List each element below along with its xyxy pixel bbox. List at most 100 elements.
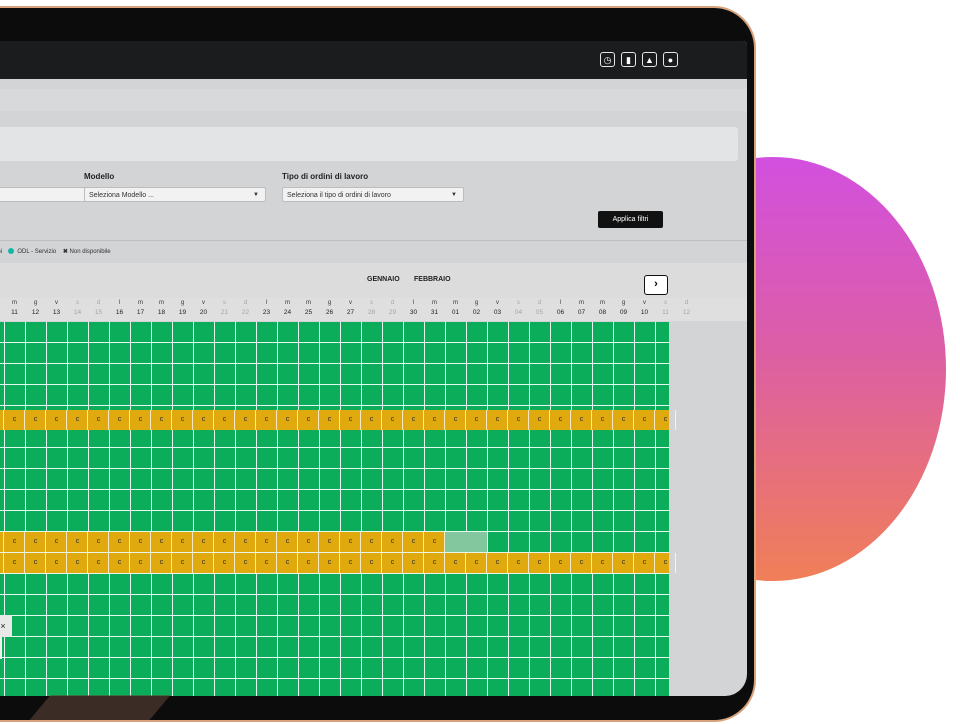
booked-cell[interactable]: c: [655, 553, 676, 573]
booked-cell[interactable]: c: [613, 410, 634, 430]
booked-cell[interactable]: c: [340, 410, 361, 430]
booked-cell[interactable]: c: [319, 532, 340, 552]
booked-cell[interactable]: c: [277, 553, 298, 573]
booked-cell[interactable]: c: [634, 410, 655, 430]
booked-cell[interactable]: c: [340, 532, 361, 552]
booked-cell[interactable]: c: [655, 410, 676, 430]
booked-cell[interactable]: c: [529, 553, 550, 573]
booked-cell[interactable]: c: [361, 553, 382, 573]
clock-icon[interactable]: ◷: [600, 52, 615, 67]
booked-cell[interactable]: c: [298, 532, 319, 552]
booking-band[interactable]: cccccccccccccccccccccc: [0, 532, 445, 552]
booked-cell[interactable]: c: [403, 553, 424, 573]
booked-cell[interactable]: c: [67, 410, 88, 430]
booked-cell[interactable]: c: [340, 553, 361, 573]
booked-cell[interactable]: c: [487, 553, 508, 573]
booked-cell[interactable]: c: [382, 553, 403, 573]
booked-cell[interactable]: c: [46, 410, 67, 430]
booked-cell[interactable]: c: [235, 553, 256, 573]
user-icon[interactable]: ●: [663, 52, 678, 67]
booked-cell[interactable]: c: [88, 553, 109, 573]
booked-cell[interactable]: c: [466, 553, 487, 573]
booked-cell[interactable]: c: [361, 410, 382, 430]
booked-cell[interactable]: c: [235, 410, 256, 430]
booked-cell[interactable]: c: [130, 410, 151, 430]
booked-cell[interactable]: c: [634, 553, 655, 573]
booked-cell[interactable]: c: [319, 410, 340, 430]
booked-cell[interactable]: c: [277, 532, 298, 552]
booked-cell[interactable]: c: [235, 532, 256, 552]
day-number: 06: [556, 309, 565, 316]
booked-cell[interactable]: c: [424, 553, 445, 573]
booked-cell[interactable]: c: [46, 532, 67, 552]
booked-cell[interactable]: c: [25, 553, 46, 573]
booked-cell[interactable]: c: [550, 553, 571, 573]
booked-cell[interactable]: c: [361, 532, 382, 552]
booked-cell[interactable]: c: [403, 410, 424, 430]
unavailable-cell[interactable]: ×: [0, 615, 12, 637]
tipo-select[interactable]: Seleziona il tipo di ordini di lavoro ▼: [282, 187, 464, 202]
booked-cell[interactable]: c: [88, 532, 109, 552]
legend-non-disponibile: Non disponibile: [69, 249, 111, 255]
booked-cell[interactable]: c: [151, 553, 172, 573]
booked-cell[interactable]: c: [571, 553, 592, 573]
booked-cell[interactable]: c: [445, 553, 466, 573]
booked-cell[interactable]: c: [193, 410, 214, 430]
booked-cell[interactable]: c: [298, 553, 319, 573]
booked-cell[interactable]: c: [403, 532, 424, 552]
booked-cell[interactable]: c: [151, 410, 172, 430]
booked-cell[interactable]: c: [151, 532, 172, 552]
booked-cell[interactable]: c: [172, 532, 193, 552]
booked-cell[interactable]: c: [592, 410, 613, 430]
booked-cell[interactable]: c: [214, 410, 235, 430]
booked-cell[interactable]: c: [214, 532, 235, 552]
booked-cell[interactable]: c: [256, 553, 277, 573]
booked-cell[interactable]: c: [382, 410, 403, 430]
chevron-right-icon[interactable]: ›: [644, 275, 668, 295]
booked-cell[interactable]: c: [172, 410, 193, 430]
booked-cell[interactable]: c: [4, 553, 25, 573]
booked-cell[interactable]: c: [25, 410, 46, 430]
booked-cell[interactable]: c: [193, 553, 214, 573]
booked-cell[interactable]: c: [466, 410, 487, 430]
booked-cell[interactable]: c: [130, 553, 151, 573]
modello-select[interactable]: Seleziona Modello ... ▼: [84, 187, 266, 202]
booked-cell[interactable]: c: [571, 410, 592, 430]
booking-band[interactable]: ccccccccccccccccccccccccccccccccc: [0, 553, 669, 573]
booked-cell[interactable]: c: [4, 532, 25, 552]
booked-cell[interactable]: c: [256, 532, 277, 552]
trash-icon[interactable]: ▮: [621, 52, 636, 67]
booked-cell[interactable]: c: [277, 410, 298, 430]
booked-cell[interactable]: c: [88, 410, 109, 430]
booked-cell[interactable]: c: [25, 532, 46, 552]
bell-icon[interactable]: ▲: [642, 52, 657, 67]
booked-cell[interactable]: c: [214, 553, 235, 573]
booked-cell[interactable]: c: [319, 553, 340, 573]
booked-cell[interactable]: c: [109, 532, 130, 552]
booked-cell[interactable]: c: [592, 553, 613, 573]
booked-cell[interactable]: c: [487, 410, 508, 430]
booked-cell[interactable]: c: [109, 553, 130, 573]
booked-cell[interactable]: c: [109, 410, 130, 430]
booked-cell[interactable]: c: [193, 532, 214, 552]
booked-cell[interactable]: c: [424, 410, 445, 430]
selected-range-cell[interactable]: [445, 532, 487, 552]
booked-cell[interactable]: c: [529, 410, 550, 430]
booked-cell[interactable]: c: [298, 410, 319, 430]
apply-filters-button[interactable]: Applica filtri: [598, 211, 663, 228]
booked-cell[interactable]: c: [172, 553, 193, 573]
booked-cell[interactable]: c: [46, 553, 67, 573]
booked-cell[interactable]: c: [382, 532, 403, 552]
booked-cell[interactable]: c: [4, 410, 25, 430]
booked-cell[interactable]: c: [130, 532, 151, 552]
booked-cell[interactable]: c: [613, 553, 634, 573]
booked-cell[interactable]: c: [67, 553, 88, 573]
booked-cell[interactable]: c: [508, 410, 529, 430]
booked-cell[interactable]: c: [445, 410, 466, 430]
booked-cell[interactable]: c: [424, 532, 445, 552]
booked-cell[interactable]: c: [550, 410, 571, 430]
booked-cell[interactable]: c: [508, 553, 529, 573]
booked-cell[interactable]: c: [67, 532, 88, 552]
booked-cell[interactable]: c: [256, 410, 277, 430]
booking-band[interactable]: ccccccccccccccccccccccccccccccccc: [0, 410, 669, 430]
